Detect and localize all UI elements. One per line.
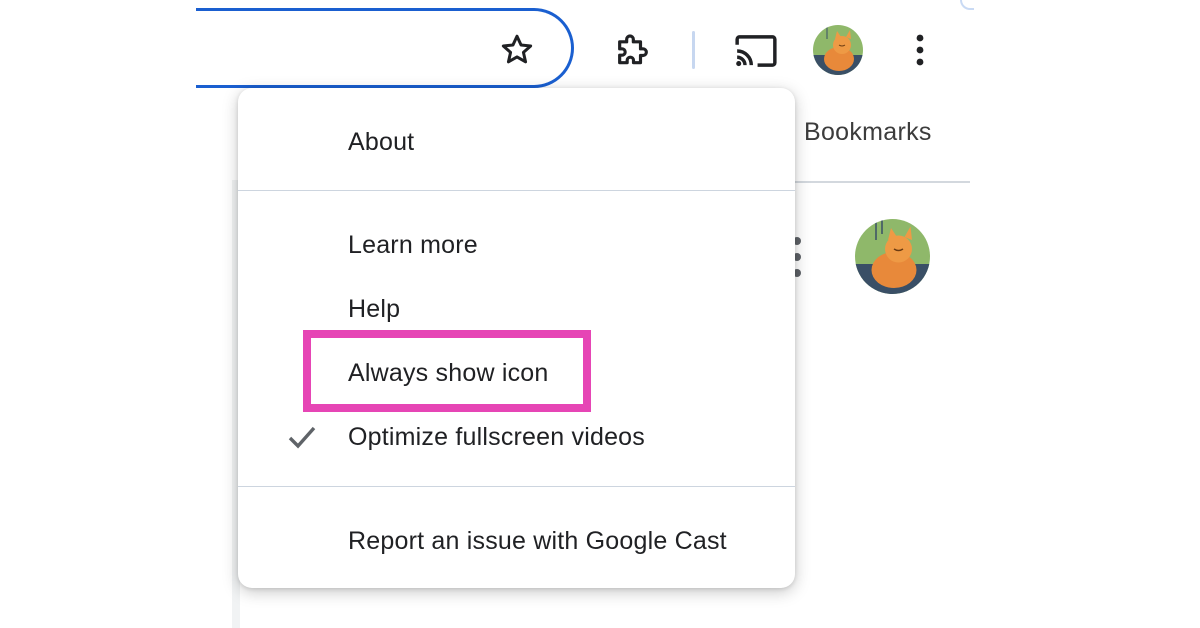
three-dot-vertical-icon (916, 34, 924, 66)
menu-item-label: Help (348, 294, 401, 323)
menu-item-always-show-icon[interactable]: Always show icon (238, 345, 795, 401)
menu-item-label: Always show icon (348, 358, 549, 387)
bookmarks-bar-label[interactable]: Bookmarks (804, 118, 932, 147)
menu-separator (238, 190, 795, 191)
cast-context-menu: About Learn more Help Always show icon O… (238, 88, 795, 588)
puzzle-piece-icon (618, 34, 648, 65)
extensions-button[interactable] (608, 28, 658, 74)
bookmark-star-button[interactable] (496, 30, 538, 70)
menu-item-learn-more[interactable]: Learn more (238, 217, 795, 273)
avatar-icon (813, 25, 863, 75)
page-avatar-icon[interactable] (855, 219, 930, 294)
cast-button[interactable] (730, 30, 782, 72)
cast-icon (735, 35, 777, 67)
checkmark-icon (288, 426, 316, 449)
menu-item-label: About (348, 127, 415, 156)
menu-item-label: Optimize fullscreen videos (348, 422, 645, 451)
star-outline-icon (501, 34, 533, 64)
menu-item-optimize-fullscreen[interactable]: Optimize fullscreen videos (238, 409, 795, 465)
bookmarks-bar-divider (795, 181, 970, 183)
toolbar-divider (692, 31, 695, 69)
menu-item-label: Report an issue with Google Cast (348, 526, 727, 555)
profile-avatar-button[interactable] (813, 25, 863, 75)
menu-item-help[interactable]: Help (238, 281, 795, 337)
chrome-menu-button[interactable] (902, 26, 938, 74)
menu-separator (238, 486, 795, 487)
menu-item-about[interactable]: About (238, 114, 795, 170)
menu-item-report-issue[interactable]: Report an issue with Google Cast (238, 513, 795, 569)
menu-item-label: Learn more (348, 230, 478, 259)
